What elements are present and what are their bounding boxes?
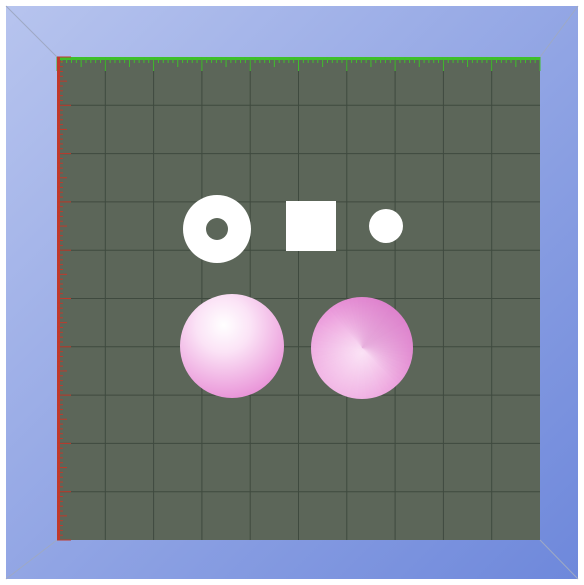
cone-object[interactable] xyxy=(311,297,413,399)
small-circle-object[interactable] xyxy=(369,209,403,243)
sphere-object[interactable] xyxy=(180,294,284,398)
scene-canvas[interactable] xyxy=(0,0,584,585)
3d-viewport[interactable] xyxy=(0,0,584,585)
square-object[interactable] xyxy=(286,201,336,251)
cone-shading xyxy=(311,297,413,399)
build-plate xyxy=(56,56,541,541)
ring-hole xyxy=(206,218,228,240)
ring-object[interactable] xyxy=(183,195,251,263)
